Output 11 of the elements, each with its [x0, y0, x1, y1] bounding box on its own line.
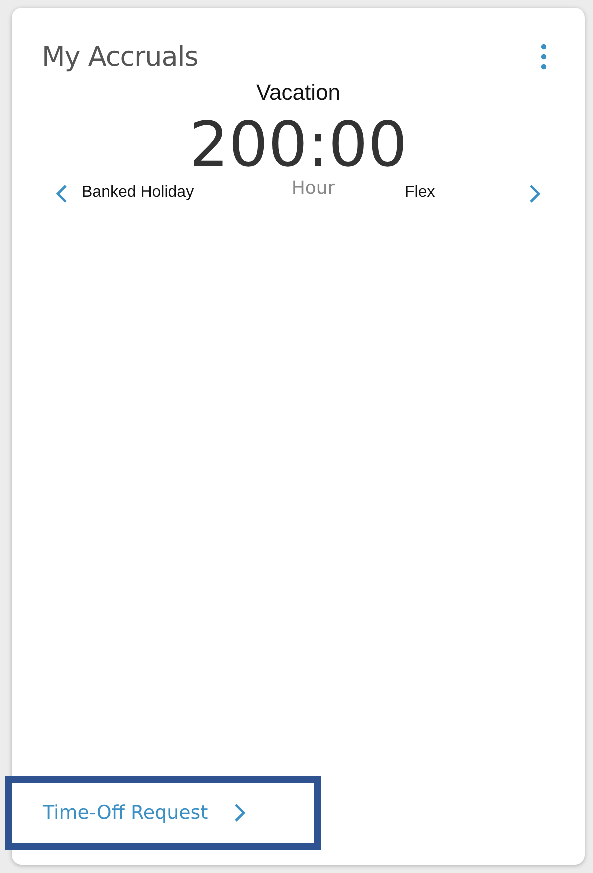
chevron-right-icon [234, 803, 246, 823]
chevron-left-icon [56, 184, 68, 204]
kebab-menu-icon [541, 44, 547, 70]
accrual-unit: Hour [292, 178, 336, 199]
card-title: My Accruals [42, 42, 198, 72]
accrual-amount: 200:00 [189, 114, 408, 176]
previous-accrual[interactable]: Banked Holiday [82, 178, 242, 208]
next-accrual[interactable]: Flex [405, 178, 515, 208]
chevron-right-icon [529, 184, 541, 204]
accrual-name: Vacation [256, 80, 340, 106]
time-off-request-link[interactable]: Time-Off Request [43, 802, 246, 824]
